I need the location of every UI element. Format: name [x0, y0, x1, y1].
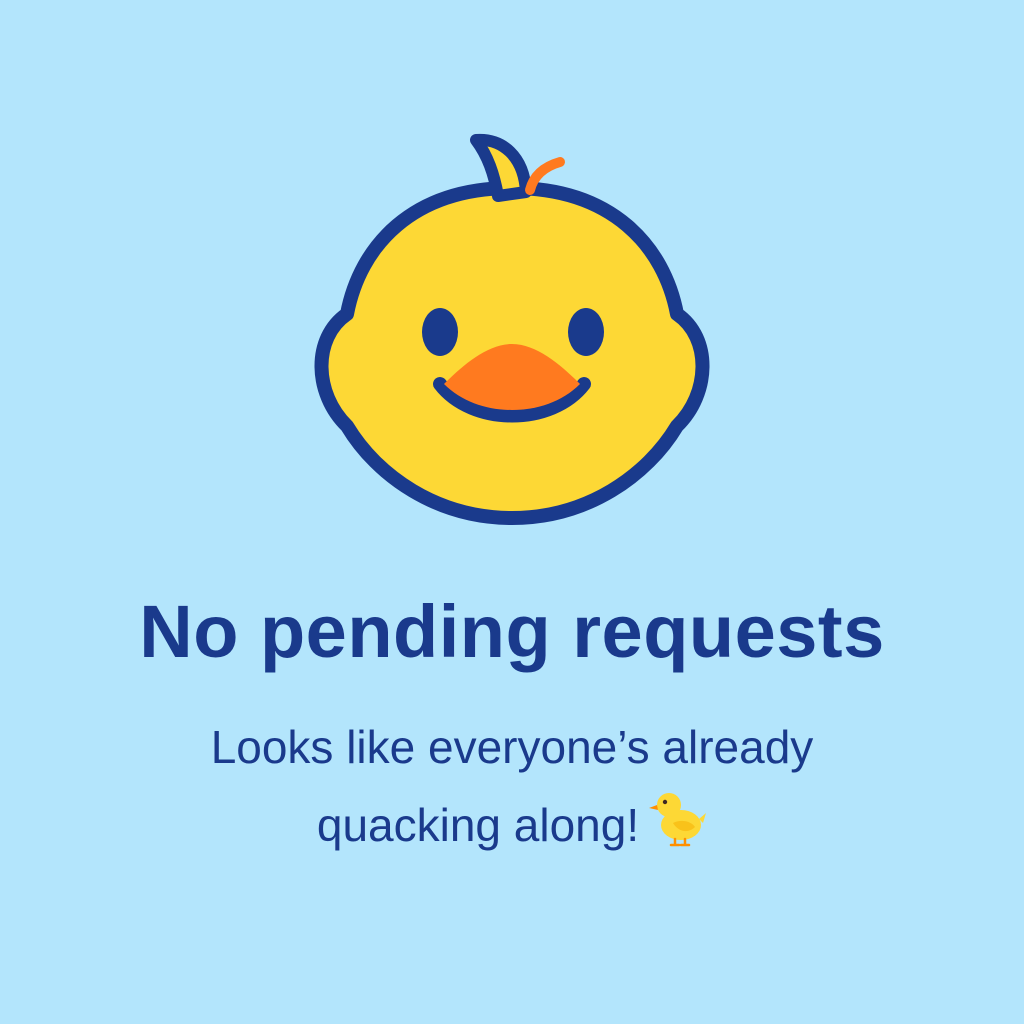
empty-state: No pending requests Looks like everyone’…	[0, 0, 1024, 1024]
message-line-1: Looks like everyone’s already	[210, 721, 814, 773]
duck-left-eye	[422, 308, 458, 356]
empty-state-message: Looks like everyone’s already quacking a…	[112, 708, 912, 864]
message-line-2-text: quacking along!	[316, 799, 640, 851]
empty-state-title: No pending requests	[139, 590, 885, 673]
duck-face-icon	[312, 126, 712, 526]
message-line-2: quacking along!	[112, 786, 912, 864]
duck-right-eye	[568, 308, 604, 356]
baby-chick-icon	[649, 787, 707, 849]
